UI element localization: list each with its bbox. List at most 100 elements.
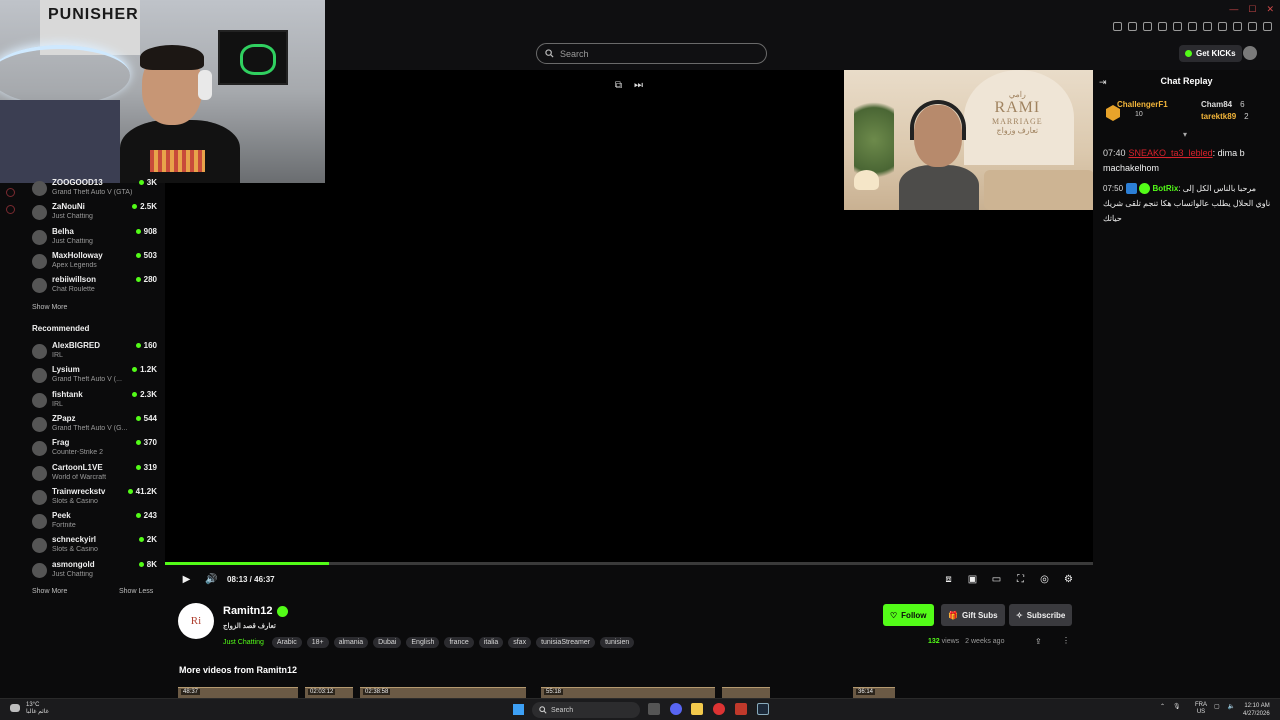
top-gifters: ChallengerF1 10 Cham84 6 tarektk89 2 — [1103, 100, 1273, 132]
file-explorer-icon[interactable] — [691, 703, 703, 715]
extensions-icon[interactable] — [1188, 22, 1197, 31]
sidebar-channel[interactable]: MaxHolloway Apex Legends 503 — [32, 251, 157, 273]
tag-chip[interactable]: tunisiaStreamer — [536, 637, 596, 648]
follow-button[interactable]: ♡ Follow — [883, 604, 934, 626]
taskbar-search[interactable]: Search — [532, 702, 640, 718]
speed-icon[interactable]: ◎ — [1039, 574, 1050, 585]
heart-icon[interactable] — [1173, 22, 1182, 31]
tag-chip[interactable]: tunisien — [600, 637, 635, 648]
cast-icon[interactable] — [1158, 22, 1167, 31]
picture-in-picture-icon[interactable]: ⧉ — [613, 80, 624, 91]
menu-icon[interactable] — [1263, 22, 1272, 31]
get-kicks-button[interactable]: Get KICKs — [1179, 45, 1242, 62]
sidebar-channel[interactable]: ZOOGOOD13 Grand Theft Auto V (GTA) 3K — [32, 178, 157, 200]
video-thumbnail[interactable]: 48:37 — [178, 687, 298, 698]
sidebar-channel[interactable]: Peek Fortnite 243 — [32, 511, 157, 533]
tag-chip[interactable]: sfax — [508, 637, 532, 648]
minimize-icon[interactable]: — — [1229, 4, 1238, 15]
tag-chip[interactable]: Arabic — [271, 637, 302, 648]
following-icon[interactable] — [6, 205, 15, 214]
zoom-icon[interactable] — [1113, 22, 1122, 31]
settings-gear-icon[interactable]: ⚙ — [1063, 574, 1074, 585]
video-thumbnail[interactable]: 55:18 — [541, 687, 715, 698]
channel-category: Just Chatting — [52, 237, 93, 245]
pin-icon[interactable] — [1128, 22, 1137, 31]
search-input[interactable]: Search — [536, 43, 767, 64]
sidebar-channel[interactable]: Belha Just Chatting 908 — [32, 227, 157, 249]
channel-avatar — [32, 229, 47, 245]
download-icon[interactable] — [1218, 22, 1227, 31]
profile-icon[interactable] — [1203, 22, 1212, 31]
gifter-name[interactable]: Cham84 — [1201, 100, 1232, 109]
sidebar-channel[interactable]: rebiiwillson Chat Roulette 280 — [32, 275, 157, 297]
sidebar-channel[interactable]: Frag Counter-Strike 2 370 — [32, 438, 157, 460]
gifter-name[interactable]: tarektk89 — [1201, 112, 1236, 121]
pip-icon[interactable]: ▣ — [967, 574, 978, 585]
language-indicator[interactable]: FRA US — [1195, 702, 1207, 716]
expand-gifters-icon[interactable]: ▾ — [1183, 130, 1187, 139]
video-meta: 132 views 2 weeks ago — [928, 638, 1004, 645]
channel-name[interactable]: Ramitn12 — [223, 605, 273, 617]
clip-icon[interactable]: ⧈ — [943, 574, 954, 585]
sidebar-channel[interactable]: schneckyirl Slots & Casino 2K — [32, 535, 157, 557]
tag-chip[interactable]: france — [444, 637, 474, 648]
subscribe-button[interactable]: ✧ Subscribe — [1009, 604, 1073, 626]
video-thumbnail[interactable]: 02:38:58 — [360, 687, 526, 698]
maximize-icon[interactable]: ☐ — [1248, 4, 1256, 15]
steam-icon[interactable] — [757, 703, 769, 715]
ai-icon[interactable] — [1248, 22, 1257, 31]
chrome-icon[interactable] — [713, 703, 725, 715]
sidebar-channel[interactable]: Trainwreckstv Slots & Casino 41.2K — [32, 487, 157, 509]
tag-chip[interactable]: Dubai — [373, 637, 402, 648]
fullscreen-icon[interactable]: ⛶ — [1015, 574, 1026, 585]
tag-chip[interactable]: almania — [333, 637, 369, 648]
theater-mode-icon[interactable]: ▭ — [991, 574, 1002, 585]
poster-text: PUNISHER — [48, 6, 139, 23]
tag-chip[interactable]: italia — [478, 637, 504, 648]
tag-chip[interactable]: 18+ — [306, 637, 329, 648]
rami-marriage-logo: رامي RAMI MARRIAGE تعارف وزواج — [992, 90, 1043, 135]
windows-start-icon[interactable] — [513, 704, 524, 715]
show-more-recommended-button[interactable]: Show More — [32, 588, 67, 595]
get-kicks-label: Get KICKs — [1196, 49, 1236, 58]
search-icon — [545, 49, 554, 58]
sidebar-channel[interactable]: AlexBIGRED IRL 160 — [32, 341, 157, 363]
more-options-icon[interactable]: ⋮ — [1062, 636, 1071, 646]
sidebar-channel[interactable]: asmongold Just Chatting 8K — [32, 560, 157, 582]
category-link[interactable]: Just Chatting — [223, 639, 264, 646]
chat-message: 07:50 BotRix: مرحبا بالناس الكل إلى ناوي… — [1103, 183, 1271, 223]
message-user[interactable]: BotRix — [1153, 184, 1179, 193]
microphone-icon[interactable]: 🎙 — [1173, 703, 1181, 710]
tag-chip[interactable]: English — [406, 637, 440, 648]
video-thumbnail[interactable]: 36:14 — [853, 687, 895, 698]
share-icon[interactable] — [1233, 22, 1242, 31]
video-thumbnail[interactable]: 02:03:12 — [305, 687, 353, 698]
opera-icon[interactable] — [735, 703, 747, 715]
close-icon[interactable]: ✕ — [1266, 4, 1274, 15]
play-icon[interactable]: ▶ — [181, 574, 192, 585]
show-more-button[interactable]: Show More — [32, 304, 67, 311]
quick-settings[interactable]: ▢ 🔈 — [1214, 703, 1235, 710]
video-thumbnail[interactable] — [722, 687, 770, 698]
system-clock[interactable]: 12:10 AM 4/27/2026 — [1243, 702, 1270, 718]
channel-avatar[interactable]: Ri — [178, 603, 214, 639]
tab-icon[interactable] — [1143, 22, 1152, 31]
sidebar-channel[interactable]: Lysium Grand Theft Auto V (... 1.2K — [32, 365, 157, 387]
share-icon[interactable]: ⇪ — [1035, 637, 1044, 646]
volume-icon[interactable]: 🔊 — [205, 574, 217, 585]
sidebar-channel[interactable]: ZaNouNi Just Chatting 2.5K — [32, 202, 157, 224]
task-view-icon[interactable] — [648, 703, 660, 715]
gift-subs-button[interactable]: 🎁 Gift Subs — [941, 604, 1005, 626]
sidebar-channel[interactable]: ZPapz Grand Theft Auto V (G... 544 — [32, 414, 157, 436]
sidebar-channel[interactable]: CartoonL1VE World of Warcraft 319 — [32, 463, 157, 485]
user-avatar[interactable] — [1243, 46, 1257, 60]
skip-icon[interactable]: ⏭ — [633, 80, 644, 91]
compass-icon[interactable] — [6, 188, 15, 197]
top-gifter-name[interactable]: ChallengerF1 — [1117, 100, 1168, 109]
discord-icon[interactable] — [670, 703, 682, 715]
weather-widget[interactable]: 13°C غائم غالبا — [10, 702, 49, 716]
tray-chevron-icon[interactable]: ⌃ — [1160, 703, 1165, 710]
sidebar-channel[interactable]: fishtank IRL 2.3K — [32, 390, 157, 412]
message-user[interactable]: SNEAKO_ta3_lebled — [1129, 148, 1213, 158]
show-less-button[interactable]: Show Less — [119, 588, 153, 595]
